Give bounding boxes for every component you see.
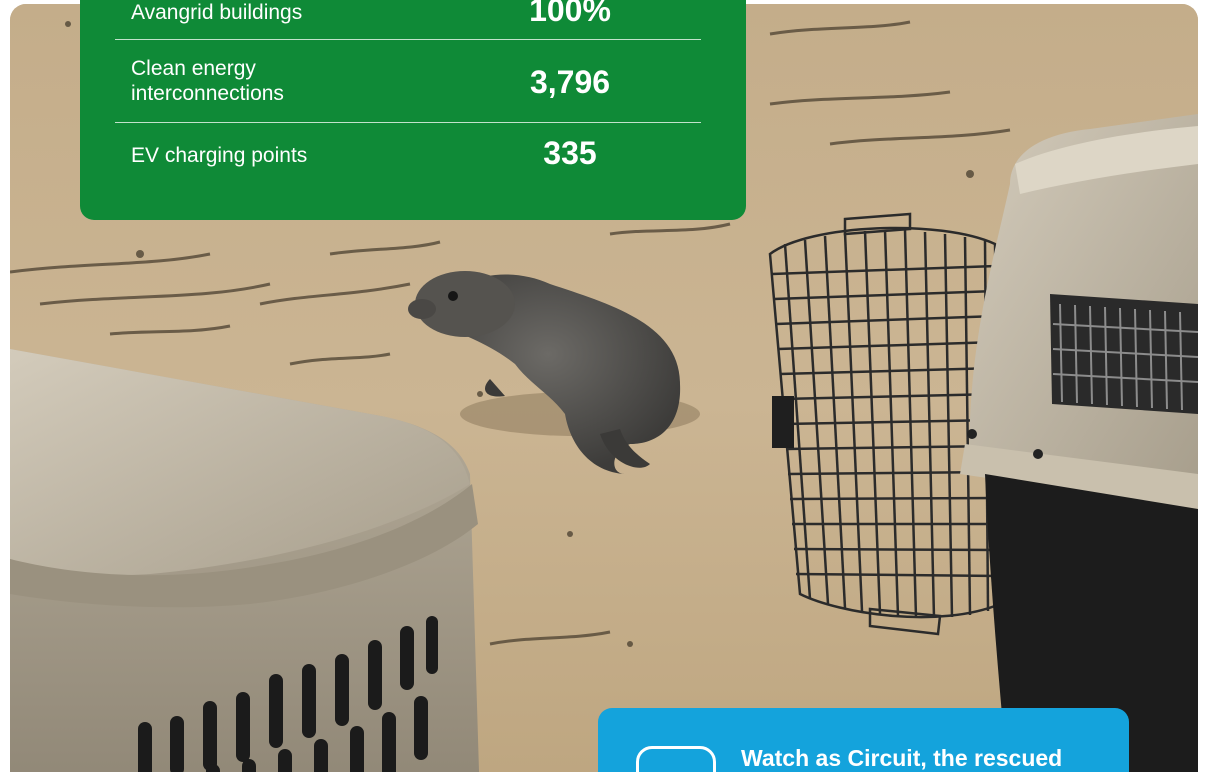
stats-card: Avangrid buildings 100% Clean energy int…	[80, 0, 746, 220]
stat-value: 100%	[529, 0, 611, 28]
stat-value: 335	[543, 135, 597, 171]
stat-label: EV charging points	[131, 144, 308, 167]
page: Avangrid buildings 100% Clean energy int…	[0, 0, 1207, 772]
stat-row-ev-charging: EV charging points 335	[115, 123, 701, 205]
play-icon[interactable]	[636, 746, 716, 772]
stat-label: Avangrid buildings	[131, 1, 303, 24]
stat-label: Clean energy interconnections	[131, 57, 284, 105]
stat-value: 3,796	[529, 64, 611, 100]
stat-row-interconnections: Clean energy interconnections 3,796	[115, 40, 701, 122]
video-card[interactable]: Watch as Circuit, the rescued	[598, 708, 1129, 772]
video-caption[interactable]: Watch as Circuit, the rescued	[741, 744, 1111, 772]
